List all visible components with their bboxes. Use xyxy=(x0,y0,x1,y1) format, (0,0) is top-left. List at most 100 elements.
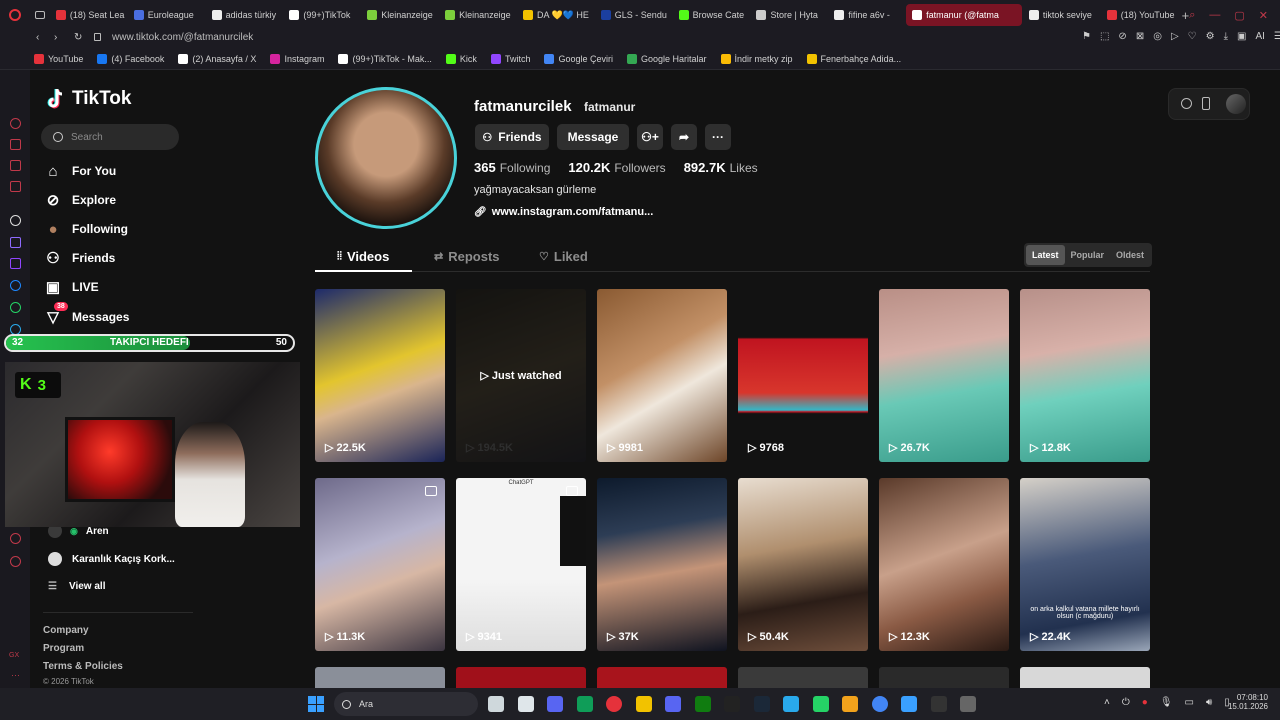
clock[interactable]: 07:08:10 15.01.2026 xyxy=(1226,693,1268,711)
sort-latest[interactable]: Latest xyxy=(1026,245,1065,265)
volume-icon[interactable]: 🔊︎ xyxy=(1206,697,1212,708)
footer-program[interactable]: Program xyxy=(43,643,84,654)
friends-button[interactable]: ⚇ Friends xyxy=(475,124,549,150)
reload-icon[interactable]: ↻ xyxy=(74,32,82,43)
minimize-icon[interactable]: — xyxy=(1209,9,1220,22)
stat-likes[interactable]: 892.7K Likes xyxy=(684,160,758,175)
message-button[interactable]: Message xyxy=(557,124,629,150)
discord-icon[interactable] xyxy=(10,237,21,248)
video-thumbnail-partial[interactable] xyxy=(597,667,727,688)
bookmark-icon[interactable]: ⚑ xyxy=(1082,31,1091,42)
browser-tab[interactable]: fifine a6v - xyxy=(828,4,905,26)
browser-tab[interactable]: GLS - Sendu xyxy=(595,4,672,26)
bookmark-item[interactable]: Instagram xyxy=(270,53,324,64)
calculator-icon[interactable] xyxy=(960,696,976,712)
video-thumbnail[interactable]: ▷ 22.5K xyxy=(315,289,445,462)
browser-tab[interactable]: Browse Cate xyxy=(673,4,750,26)
chatgpt-icon[interactable] xyxy=(10,215,21,226)
video-thumbnail-partial[interactable] xyxy=(879,667,1009,688)
mic-icon[interactable]: 🎙︎ xyxy=(1160,697,1173,708)
whatsapp-icon[interactable] xyxy=(10,302,21,313)
sidebar-item-friends[interactable]: ⚇ Friends xyxy=(44,249,115,267)
video-thumbnail[interactable]: ▷ 50.4K xyxy=(738,478,868,651)
download-icon[interactable]: ⤓ xyxy=(1224,31,1228,42)
video-thumbnail[interactable]: ▷ 11.3K xyxy=(315,478,445,651)
coin-icon[interactable] xyxy=(1181,98,1192,109)
video-thumbnail[interactable]: ▷ 37K xyxy=(597,478,727,651)
settings-strip-icon[interactable] xyxy=(10,556,21,567)
bookmark-item[interactable]: Twitch xyxy=(490,53,530,64)
bookmark-item[interactable]: (99+)TikTok - Mak... xyxy=(338,53,432,64)
close-window-icon[interactable]: ✕ xyxy=(1259,9,1268,22)
nvidia-icon[interactable] xyxy=(930,696,947,712)
sort-popular[interactable]: Popular xyxy=(1065,245,1111,265)
tab-overview-icon[interactable] xyxy=(30,11,50,19)
settings-icon[interactable]: ⚙ xyxy=(1206,31,1215,42)
video-thumbnail-partial[interactable] xyxy=(1020,667,1150,688)
search-tabs-icon[interactable]: ⌕ xyxy=(1189,9,1195,22)
phone-icon[interactable] xyxy=(1202,97,1210,110)
xbox-icon[interactable] xyxy=(694,696,711,712)
sidebar-item-messages[interactable]: ▽ 38 Messages xyxy=(44,302,129,326)
discord-icon[interactable] xyxy=(547,696,563,712)
steam-icon[interactable] xyxy=(753,696,770,712)
heart-icon[interactable]: ♡ xyxy=(1188,31,1197,42)
opera-tray-icon[interactable]: ● xyxy=(1142,697,1148,708)
bookmark-item[interactable]: Kick xyxy=(445,53,477,64)
tiktok-logo[interactable]: TikTok xyxy=(46,88,131,110)
view-all-link[interactable]: ☰ View all xyxy=(48,581,105,592)
more-button[interactable]: ··· xyxy=(705,124,731,150)
search-input[interactable]: Search xyxy=(41,124,179,150)
footer-terms[interactable]: Terms & Policies xyxy=(43,661,123,672)
play-icon[interactable]: ▷ xyxy=(1171,31,1179,42)
sidebar-item-for-you[interactable]: ⌂ For You xyxy=(44,162,116,180)
browser-tab[interactable]: Store | Hyta xyxy=(750,4,827,26)
files-icon[interactable] xyxy=(517,696,534,712)
history-icon[interactable] xyxy=(10,533,21,544)
forward-icon[interactable]: › xyxy=(54,32,57,43)
browser-tab[interactable]: fatmanur (@fatma xyxy=(906,4,1022,26)
profile-avatar[interactable] xyxy=(315,87,457,229)
stat-followers[interactable]: 120.2K Followers xyxy=(568,160,665,175)
browser-tab[interactable]: tiktok seviye xyxy=(1023,4,1100,26)
network-icon[interactable]: ▭ xyxy=(1185,697,1194,708)
video-thumbnail-partial[interactable] xyxy=(456,667,586,688)
video-thumbnail[interactable]: ▷ 9981 xyxy=(597,289,727,462)
tab-liked[interactable]: ♡ Liked xyxy=(539,249,588,264)
bookmark-item[interactable]: (4) Facebook xyxy=(97,53,164,64)
new-tab-button[interactable]: + xyxy=(1182,8,1190,23)
tab-reposts[interactable]: ⇄ Reposts xyxy=(434,249,500,264)
profile-link[interactable]: 🔗︎ www.instagram.com/fatmanu... xyxy=(474,206,653,218)
video-thumbnail[interactable]: ChatGPT ▷ 9341 xyxy=(456,478,586,651)
bookmark-item[interactable]: (2) Anasayfa / X xyxy=(178,53,256,64)
epic-icon[interactable] xyxy=(724,696,740,712)
taskbar-search[interactable]: Ara xyxy=(334,692,478,716)
shopping-icon[interactable] xyxy=(10,139,21,150)
twitch-icon[interactable] xyxy=(10,258,21,269)
ai-button[interactable]: AI xyxy=(1255,31,1264,42)
suggested-accounts-button[interactable]: ⚇+ xyxy=(637,124,663,150)
tab-videos[interactable]: ⦙⦙ Videos xyxy=(337,249,389,264)
sidebar-item-following[interactable]: ● Following xyxy=(44,220,128,238)
video-thumbnail-partial[interactable] xyxy=(738,667,868,688)
browser-menu-icon[interactable] xyxy=(0,9,30,21)
power-icon[interactable]: ⏻ xyxy=(1122,697,1130,708)
music-icon[interactable] xyxy=(10,181,21,192)
video-thumbnail-partial[interactable] xyxy=(315,667,445,688)
chrome-icon[interactable] xyxy=(871,696,888,712)
video-thumbnail[interactable]: ▷ 12.8K xyxy=(1020,289,1150,462)
opera-icon[interactable] xyxy=(606,696,622,712)
edge-icon[interactable] xyxy=(576,696,593,712)
sidebar-item-explore[interactable]: ⊘ Explore xyxy=(44,191,116,209)
camera-icon[interactable]: ◎ xyxy=(1153,31,1162,42)
messenger-icon[interactable] xyxy=(10,160,21,171)
store-icon[interactable] xyxy=(665,696,681,712)
back-icon[interactable]: ‹ xyxy=(36,32,39,43)
browser-tab[interactable]: Kleinanzeige xyxy=(361,4,438,26)
menu-icon[interactable]: ☰ xyxy=(1274,31,1280,42)
screenshot-icon[interactable]: ⬚ xyxy=(1100,31,1109,42)
browser-tab[interactable]: (99+)TikTok xyxy=(283,4,360,26)
telegram-icon[interactable] xyxy=(783,696,799,712)
browser-tab[interactable]: (18) Seat Lea xyxy=(50,4,127,26)
video-thumbnail[interactable]: on arka kalkul vatana millete hayırlı ol… xyxy=(1020,478,1150,651)
